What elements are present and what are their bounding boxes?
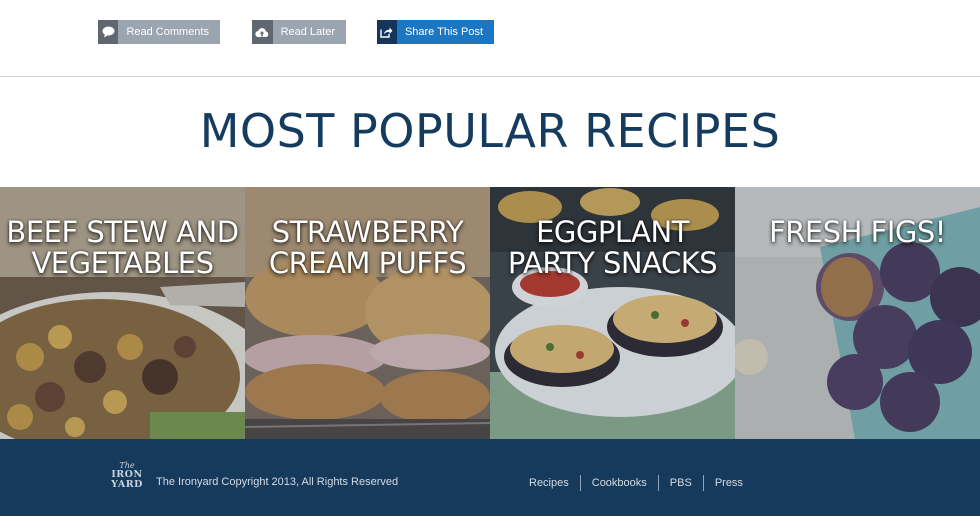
recipe-tile-beef-stew[interactable]: BEEF STEW AND VEGETABLES — [0, 187, 245, 439]
recipe-grid: BEEF STEW AND VEGETABLES STRAWBERRY CREA… — [0, 187, 980, 439]
section-title: MOST POPULAR RECIPES — [199, 104, 781, 158]
post-action-bar: Read Comments Read Later Share This Post — [0, 0, 980, 77]
recipe-tile-fresh-figs[interactable]: FRESH FIGS! — [735, 187, 980, 439]
speech-bubble-icon — [98, 20, 119, 44]
share-post-button[interactable]: Share This Post — [377, 20, 494, 44]
ironyard-logo[interactable]: The IRON YARD — [108, 462, 146, 492]
recipe-title: EGGPLANT PARTY SNACKS — [507, 215, 718, 280]
recipe-title: STRAWBERRY CREAM PUFFS — [268, 215, 467, 280]
share-arrow-icon — [377, 20, 397, 44]
read-later-button[interactable]: Read Later — [252, 20, 346, 44]
site-footer: The IRON YARD The Ironyard Copyright 201… — [0, 439, 980, 516]
footer-link-press[interactable]: Press — [702, 475, 754, 491]
share-post-label: Share This Post — [396, 20, 494, 44]
footer-link-cookbooks[interactable]: Cookbooks — [579, 475, 658, 491]
cloud-upload-icon — [252, 20, 273, 44]
copyright-text: The Ironyard Copyright 2013, All Rights … — [156, 476, 399, 488]
recipe-tile-strawberry-cream-puffs[interactable]: STRAWBERRY CREAM PUFFS — [245, 187, 490, 439]
read-comments-label: Read Comments — [118, 20, 220, 44]
read-comments-button[interactable]: Read Comments — [98, 20, 220, 44]
footer-link-recipes[interactable]: Recipes — [518, 475, 580, 491]
logo-yard: YARD — [111, 479, 143, 490]
recipe-title: BEEF STEW AND VEGETABLES — [6, 215, 239, 280]
footer-link-pbs[interactable]: PBS — [657, 475, 703, 491]
read-later-label: Read Later — [272, 20, 346, 44]
recipe-title: FRESH FIGS! — [769, 215, 946, 249]
footer-nav: Recipes Cookbooks PBS Press — [518, 475, 754, 491]
recipe-tile-eggplant-party-snacks[interactable]: EGGPLANT PARTY SNACKS — [490, 187, 735, 439]
